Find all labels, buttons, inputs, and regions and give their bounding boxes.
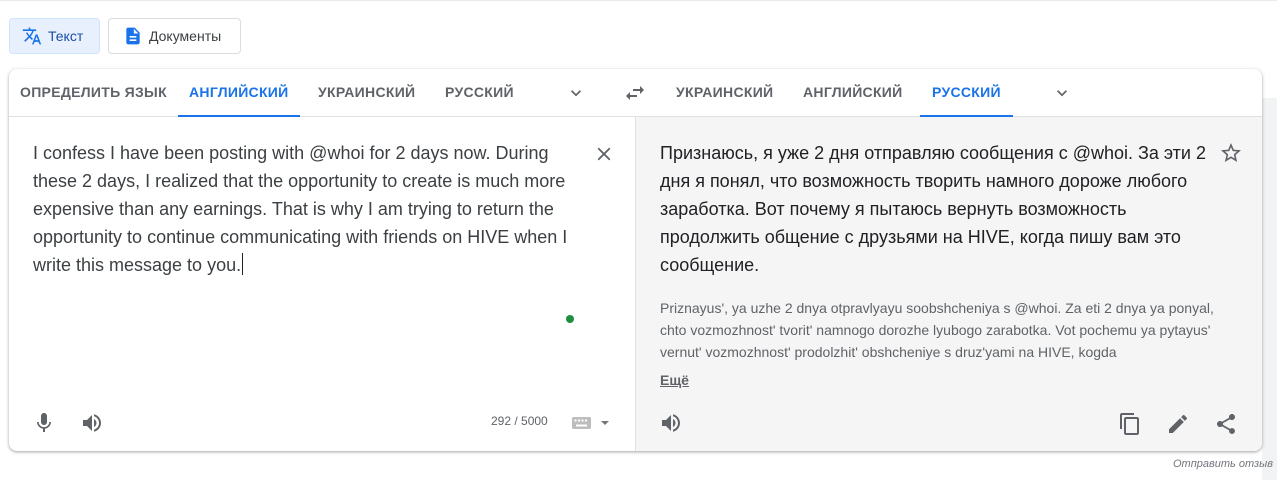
- status-indicator-dot: [566, 315, 574, 323]
- source-lang-english[interactable]: АНГЛИЙСКИЙ: [178, 69, 300, 117]
- target-lang-russian[interactable]: РУССКИЙ: [920, 69, 1013, 117]
- mic-icon[interactable]: [32, 411, 56, 435]
- documents-mode-label: Документы: [149, 28, 222, 44]
- char-counter: 292 / 5000: [491, 414, 548, 428]
- target-lang-ukrainian[interactable]: УКРАИНСКИЙ: [676, 69, 773, 117]
- source-lang-ukrainian[interactable]: УКРАИНСКИЙ: [318, 69, 415, 117]
- target-lang-english[interactable]: АНГЛИЙСКИЙ: [803, 69, 903, 117]
- speaker-icon[interactable]: [659, 411, 683, 435]
- text-mode-label: Текст: [48, 28, 84, 44]
- source-lang-detect[interactable]: ОПРЕДЕЛИТЬ ЯЗЫК: [20, 69, 167, 117]
- page-edge: [1262, 98, 1277, 480]
- target-panel: Признаюсь, я уже 2 дня отправляю сообщен…: [635, 117, 1262, 451]
- translator-card: ОПРЕДЕЛИТЬ ЯЗЫК АНГЛИЙСКИЙ УКРАИНСКИЙ РУ…: [9, 69, 1262, 451]
- document-icon: [123, 26, 143, 46]
- source-text-input[interactable]: I confess I have been posting with @whoi…: [33, 139, 581, 279]
- copy-icon[interactable]: [1118, 412, 1142, 436]
- speaker-icon[interactable]: [80, 411, 104, 435]
- translate-icon: [22, 26, 42, 46]
- text-cursor: [242, 253, 244, 275]
- source-toolbar: 292 / 5000: [9, 403, 635, 443]
- star-icon[interactable]: [1219, 141, 1243, 165]
- close-icon[interactable]: [593, 143, 615, 165]
- send-feedback-link[interactable]: Отправить отзыв: [1173, 458, 1273, 470]
- target-toolbar: [636, 403, 1263, 443]
- edit-icon[interactable]: [1166, 412, 1190, 436]
- target-lang-more-chevron-down-icon[interactable]: [1052, 83, 1072, 103]
- transliteration-text: Priznayus', ya uzhe 2 dnya otpravlyayu s…: [660, 300, 1214, 360]
- documents-mode-button[interactable]: Документы: [108, 18, 241, 54]
- swap-icon[interactable]: [623, 81, 647, 105]
- mode-bar: Текст Документы: [0, 0, 1277, 70]
- source-text: I confess I have been posting with @whoi…: [33, 143, 568, 275]
- source-panel: I confess I have been posting with @whoi…: [9, 117, 635, 451]
- show-more-link[interactable]: Ещё: [660, 372, 689, 388]
- translation-text: Признаюсь, я уже 2 дня отправляю сообщен…: [660, 143, 1206, 275]
- language-bar: ОПРЕДЕЛИТЬ ЯЗЫК АНГЛИЙСКИЙ УКРАИНСКИЙ РУ…: [9, 69, 1262, 117]
- source-lang-more-chevron-down-icon[interactable]: [566, 83, 586, 103]
- keyboard-icon[interactable]: [570, 414, 614, 432]
- source-lang-russian[interactable]: РУССКИЙ: [445, 69, 514, 117]
- share-icon[interactable]: [1214, 412, 1238, 436]
- text-mode-button[interactable]: Текст: [9, 18, 100, 54]
